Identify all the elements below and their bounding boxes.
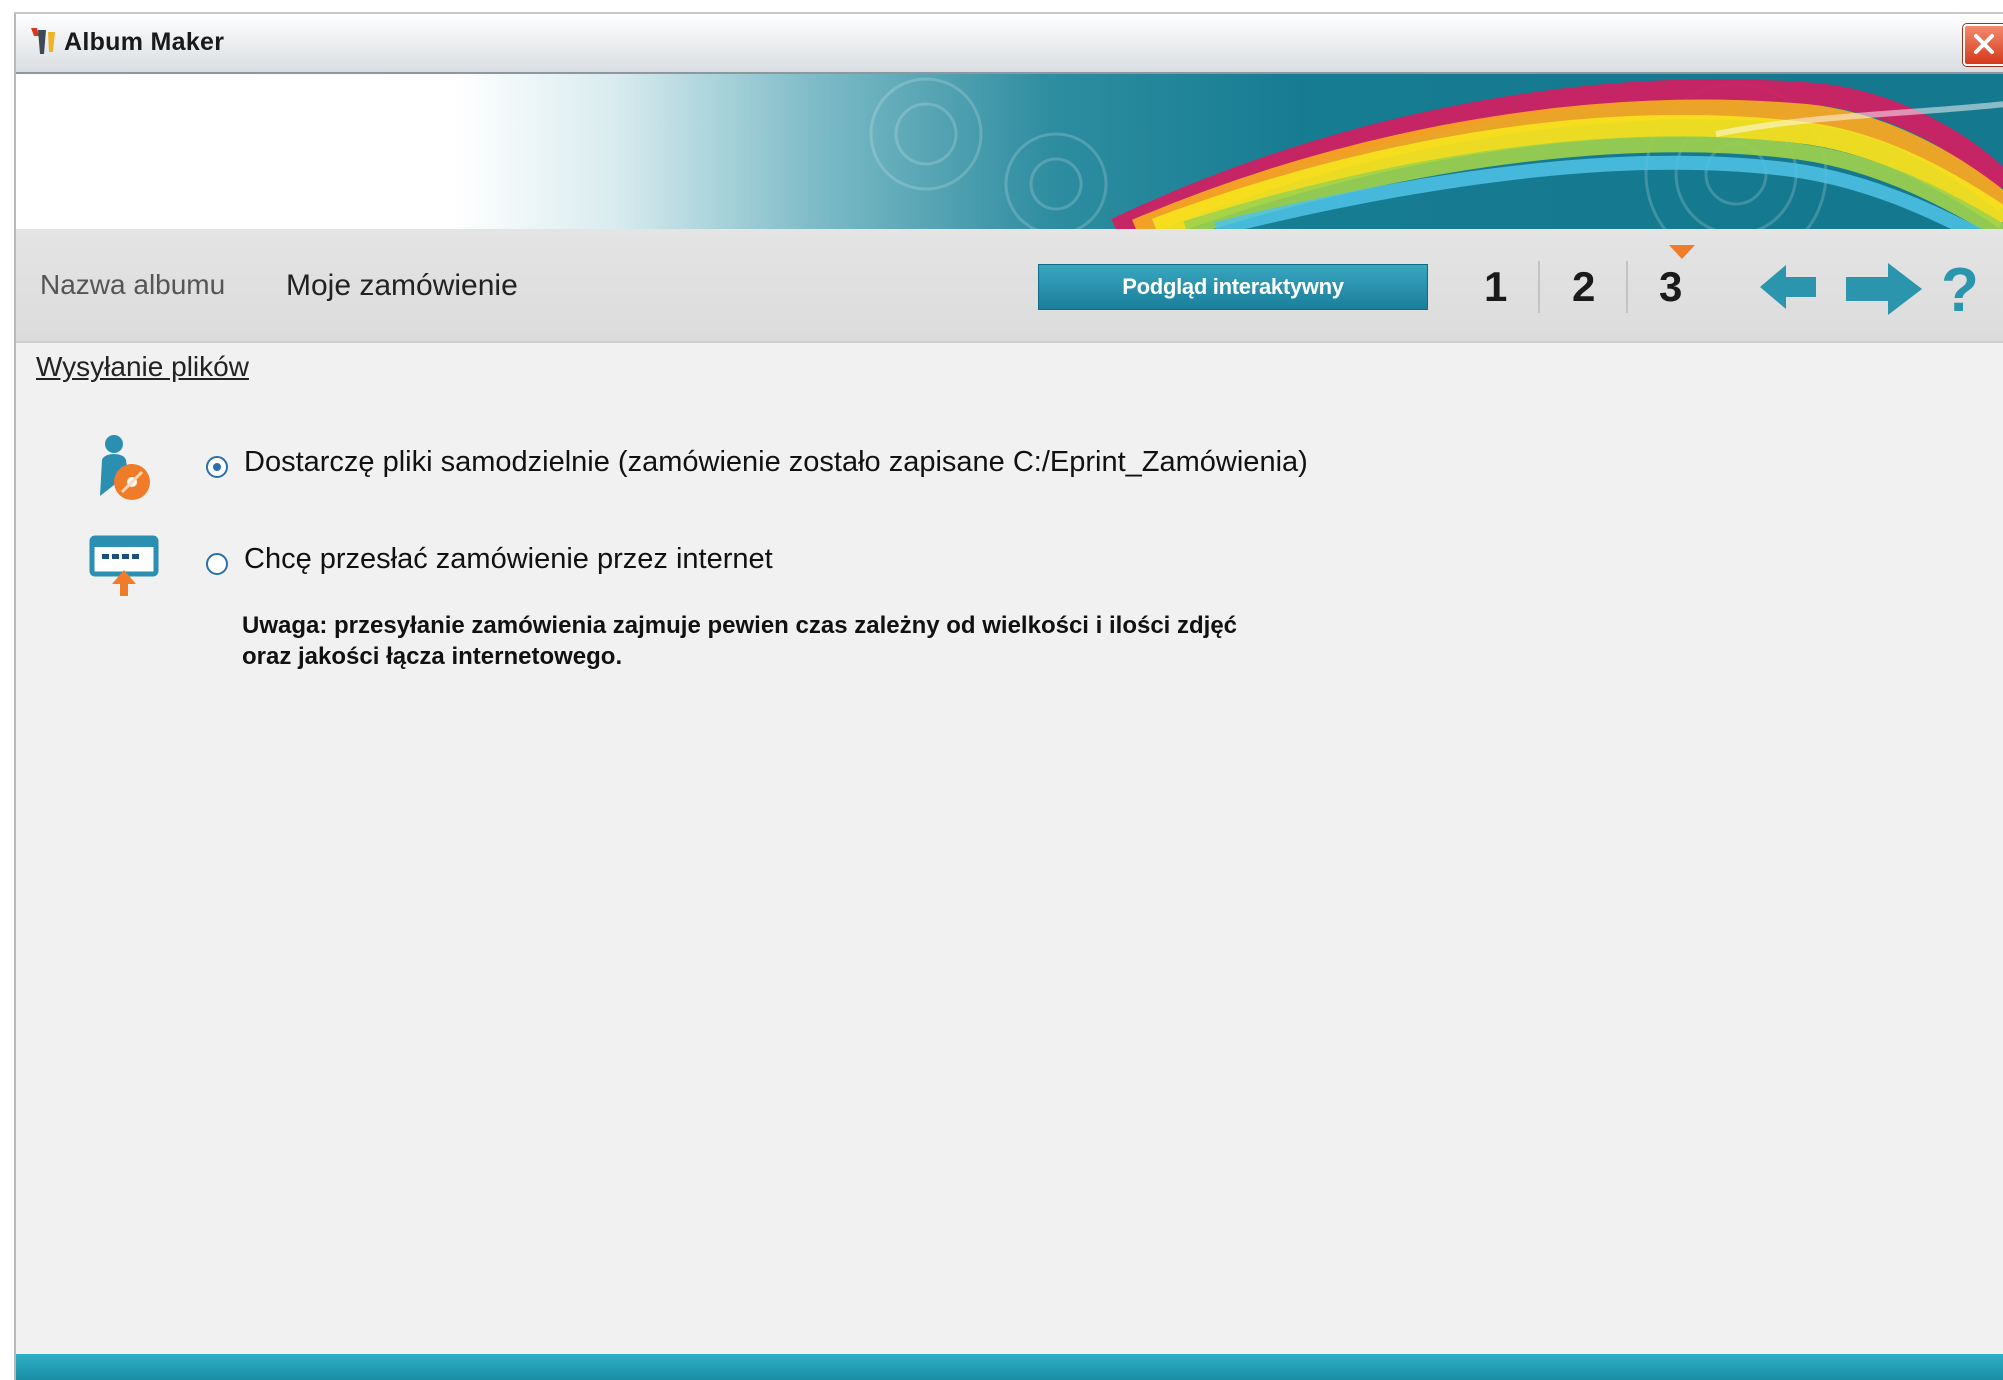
option-deliver-yourself-label[interactable]: Dostarczę pliki samodzielnie (zamówienie…	[244, 446, 1308, 479]
option-deliver-yourself-radio[interactable]	[206, 456, 228, 478]
close-icon	[1974, 34, 1994, 54]
person-disc-icon	[100, 435, 150, 500]
header-banner	[16, 74, 2003, 229]
app-logo-icon	[28, 26, 58, 58]
album-name-label: Nazwa albumu	[40, 269, 226, 300]
upload-computer-icon	[89, 535, 159, 596]
step-3[interactable]: 3	[1659, 263, 1682, 311]
step-2[interactable]: 2	[1572, 263, 1595, 311]
option-send-online-label[interactable]: Chcę przesłać zamówienie przez internet	[244, 543, 773, 576]
title-bar: Album Maker	[16, 14, 2003, 74]
back-arrow-icon[interactable]	[1756, 259, 1820, 315]
interactive-preview-button[interactable]: Podgląd interaktywny	[1038, 264, 1428, 310]
forward-arrow-icon[interactable]	[1842, 259, 1926, 319]
album-name-value[interactable]: Moje zamówienie	[286, 269, 518, 303]
upload-note-line-2: oraz jakości łącza internetowego.	[242, 643, 623, 670]
window-title: Album Maker	[64, 28, 225, 56]
step-divider	[1626, 261, 1628, 313]
upload-note: Uwaga: przesyłanie zamówienia zajmuje pe…	[242, 610, 1402, 672]
help-icon[interactable]: ?	[1941, 255, 1979, 326]
close-button[interactable]	[1963, 24, 2003, 66]
toolbar: Nazwa albumu Moje zamówienie Podgląd int…	[16, 229, 2003, 343]
step-1[interactable]: 1	[1484, 263, 1507, 311]
option-send-online-radio[interactable]	[206, 553, 228, 575]
bottom-bar	[16, 1354, 2003, 1380]
step-divider	[1538, 261, 1540, 313]
upload-note-line-1: Uwaga: przesyłanie zamówienia zajmuje pe…	[242, 612, 1238, 639]
section-title-file-sending[interactable]: Wysyłanie plików	[36, 351, 249, 383]
current-step-marker-icon	[1669, 245, 1695, 259]
album-maker-window: Album Maker Nazwa albumu Moje zamówienie	[14, 12, 2003, 1380]
